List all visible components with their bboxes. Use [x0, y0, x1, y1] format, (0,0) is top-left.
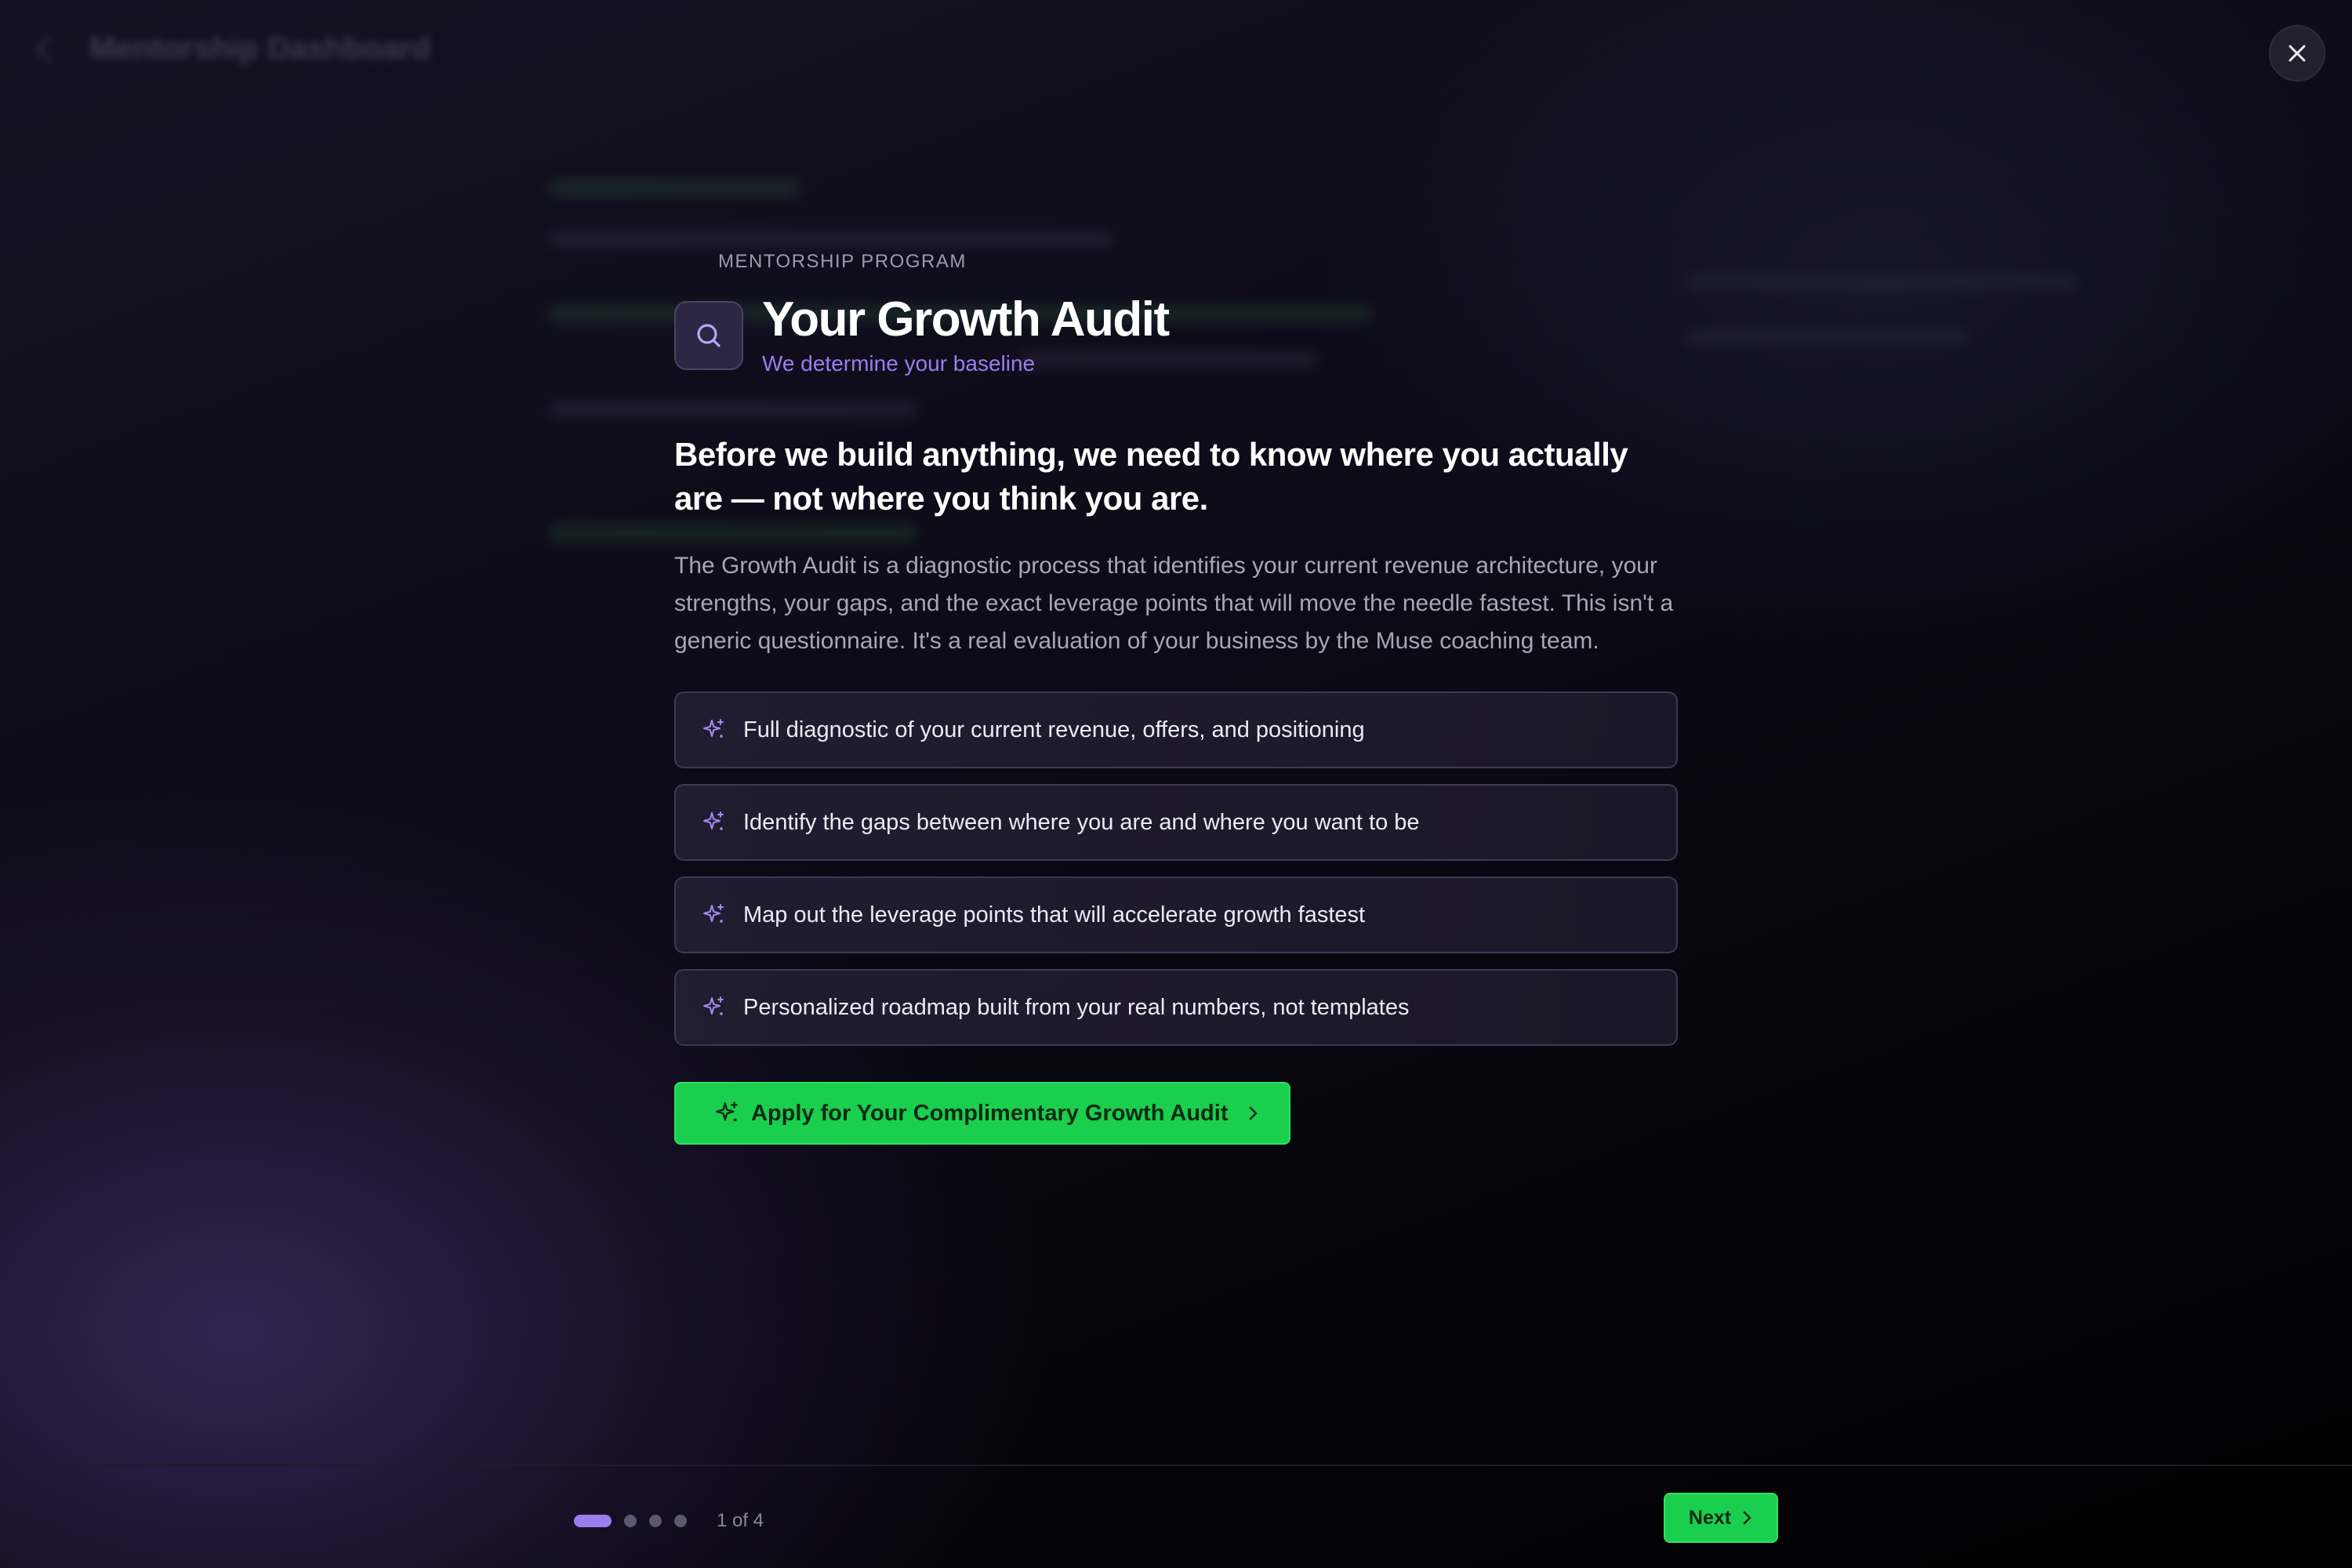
step-dot[interactable] [674, 1515, 687, 1527]
feature-text: Map out the leverage points that will ac… [743, 902, 1366, 927]
apply-growth-audit-label: Apply for Your Complimentary Growth Audi… [751, 1100, 1229, 1126]
eyebrow-label: MENTORSHIP PROGRAM [718, 251, 967, 272]
sparkle-icon [703, 811, 724, 830]
feature-item: Map out the leverage points that will ac… [674, 877, 1678, 954]
background-blur-shape [549, 180, 800, 196]
search-icon [697, 324, 720, 347]
step-dot[interactable] [649, 1515, 662, 1527]
step-dot[interactable] [624, 1515, 637, 1527]
feature-text: Personalized roadmap built from your rea… [743, 994, 1410, 1020]
next-button[interactable]: Next [1664, 1493, 1778, 1543]
page-subtitle: We determine your baseline [762, 351, 1036, 376]
background-blur-shape [1686, 329, 1968, 345]
feature-text: Full diagnostic of your current revenue,… [743, 717, 1365, 742]
feature-list: Full diagnostic of your current revenue,… [674, 691, 1678, 1047]
sparkle-icon [703, 904, 724, 923]
page-title: Your Growth Audit [762, 292, 1170, 347]
feature-text: Identify the gaps between where you are … [743, 809, 1420, 835]
title-icon-badge [674, 301, 743, 370]
step-dot-active[interactable] [574, 1515, 612, 1527]
step-indicator: 1 of 4 [574, 1510, 764, 1532]
back-arrow-icon [35, 35, 62, 63]
background-dashboard-header: Mentorship Dashboard [35, 31, 431, 67]
background-blur-shape [1686, 274, 2078, 290]
sparkle-icon [703, 719, 724, 738]
apply-growth-audit-button[interactable]: Apply for Your Complimentary Growth Audi… [674, 1082, 1290, 1145]
sparkle-icon [703, 996, 724, 1015]
next-button-label: Next [1688, 1506, 1732, 1529]
chevron-right-icon [1743, 1511, 1751, 1525]
title-row: Your Growth Audit We determine your base… [674, 292, 1678, 376]
feature-item: Personalized roadmap built from your rea… [674, 969, 1678, 1047]
onboarding-step-content: MENTORSHIP PROGRAM Your Growth Audit We … [674, 251, 1678, 1145]
step-counter: 1 of 4 [717, 1510, 764, 1531]
stepper-footer: 1 of 4 Next [0, 1465, 2352, 1568]
sparkle-icon [716, 1102, 738, 1122]
background-dashboard-title: Mentorship Dashboard [89, 31, 431, 66]
description: The Growth Audit is a diagnostic process… [674, 553, 1674, 655]
headline: Before we build anything, we need to kno… [674, 436, 1628, 517]
chevron-right-icon [1250, 1106, 1258, 1120]
feature-item: Identify the gaps between where you are … [674, 784, 1678, 862]
close-icon [2288, 45, 2306, 62]
feature-item: Full diagnostic of your current revenue,… [674, 691, 1678, 769]
background-blur-shape [549, 231, 1113, 247]
close-button[interactable] [2269, 25, 2325, 82]
